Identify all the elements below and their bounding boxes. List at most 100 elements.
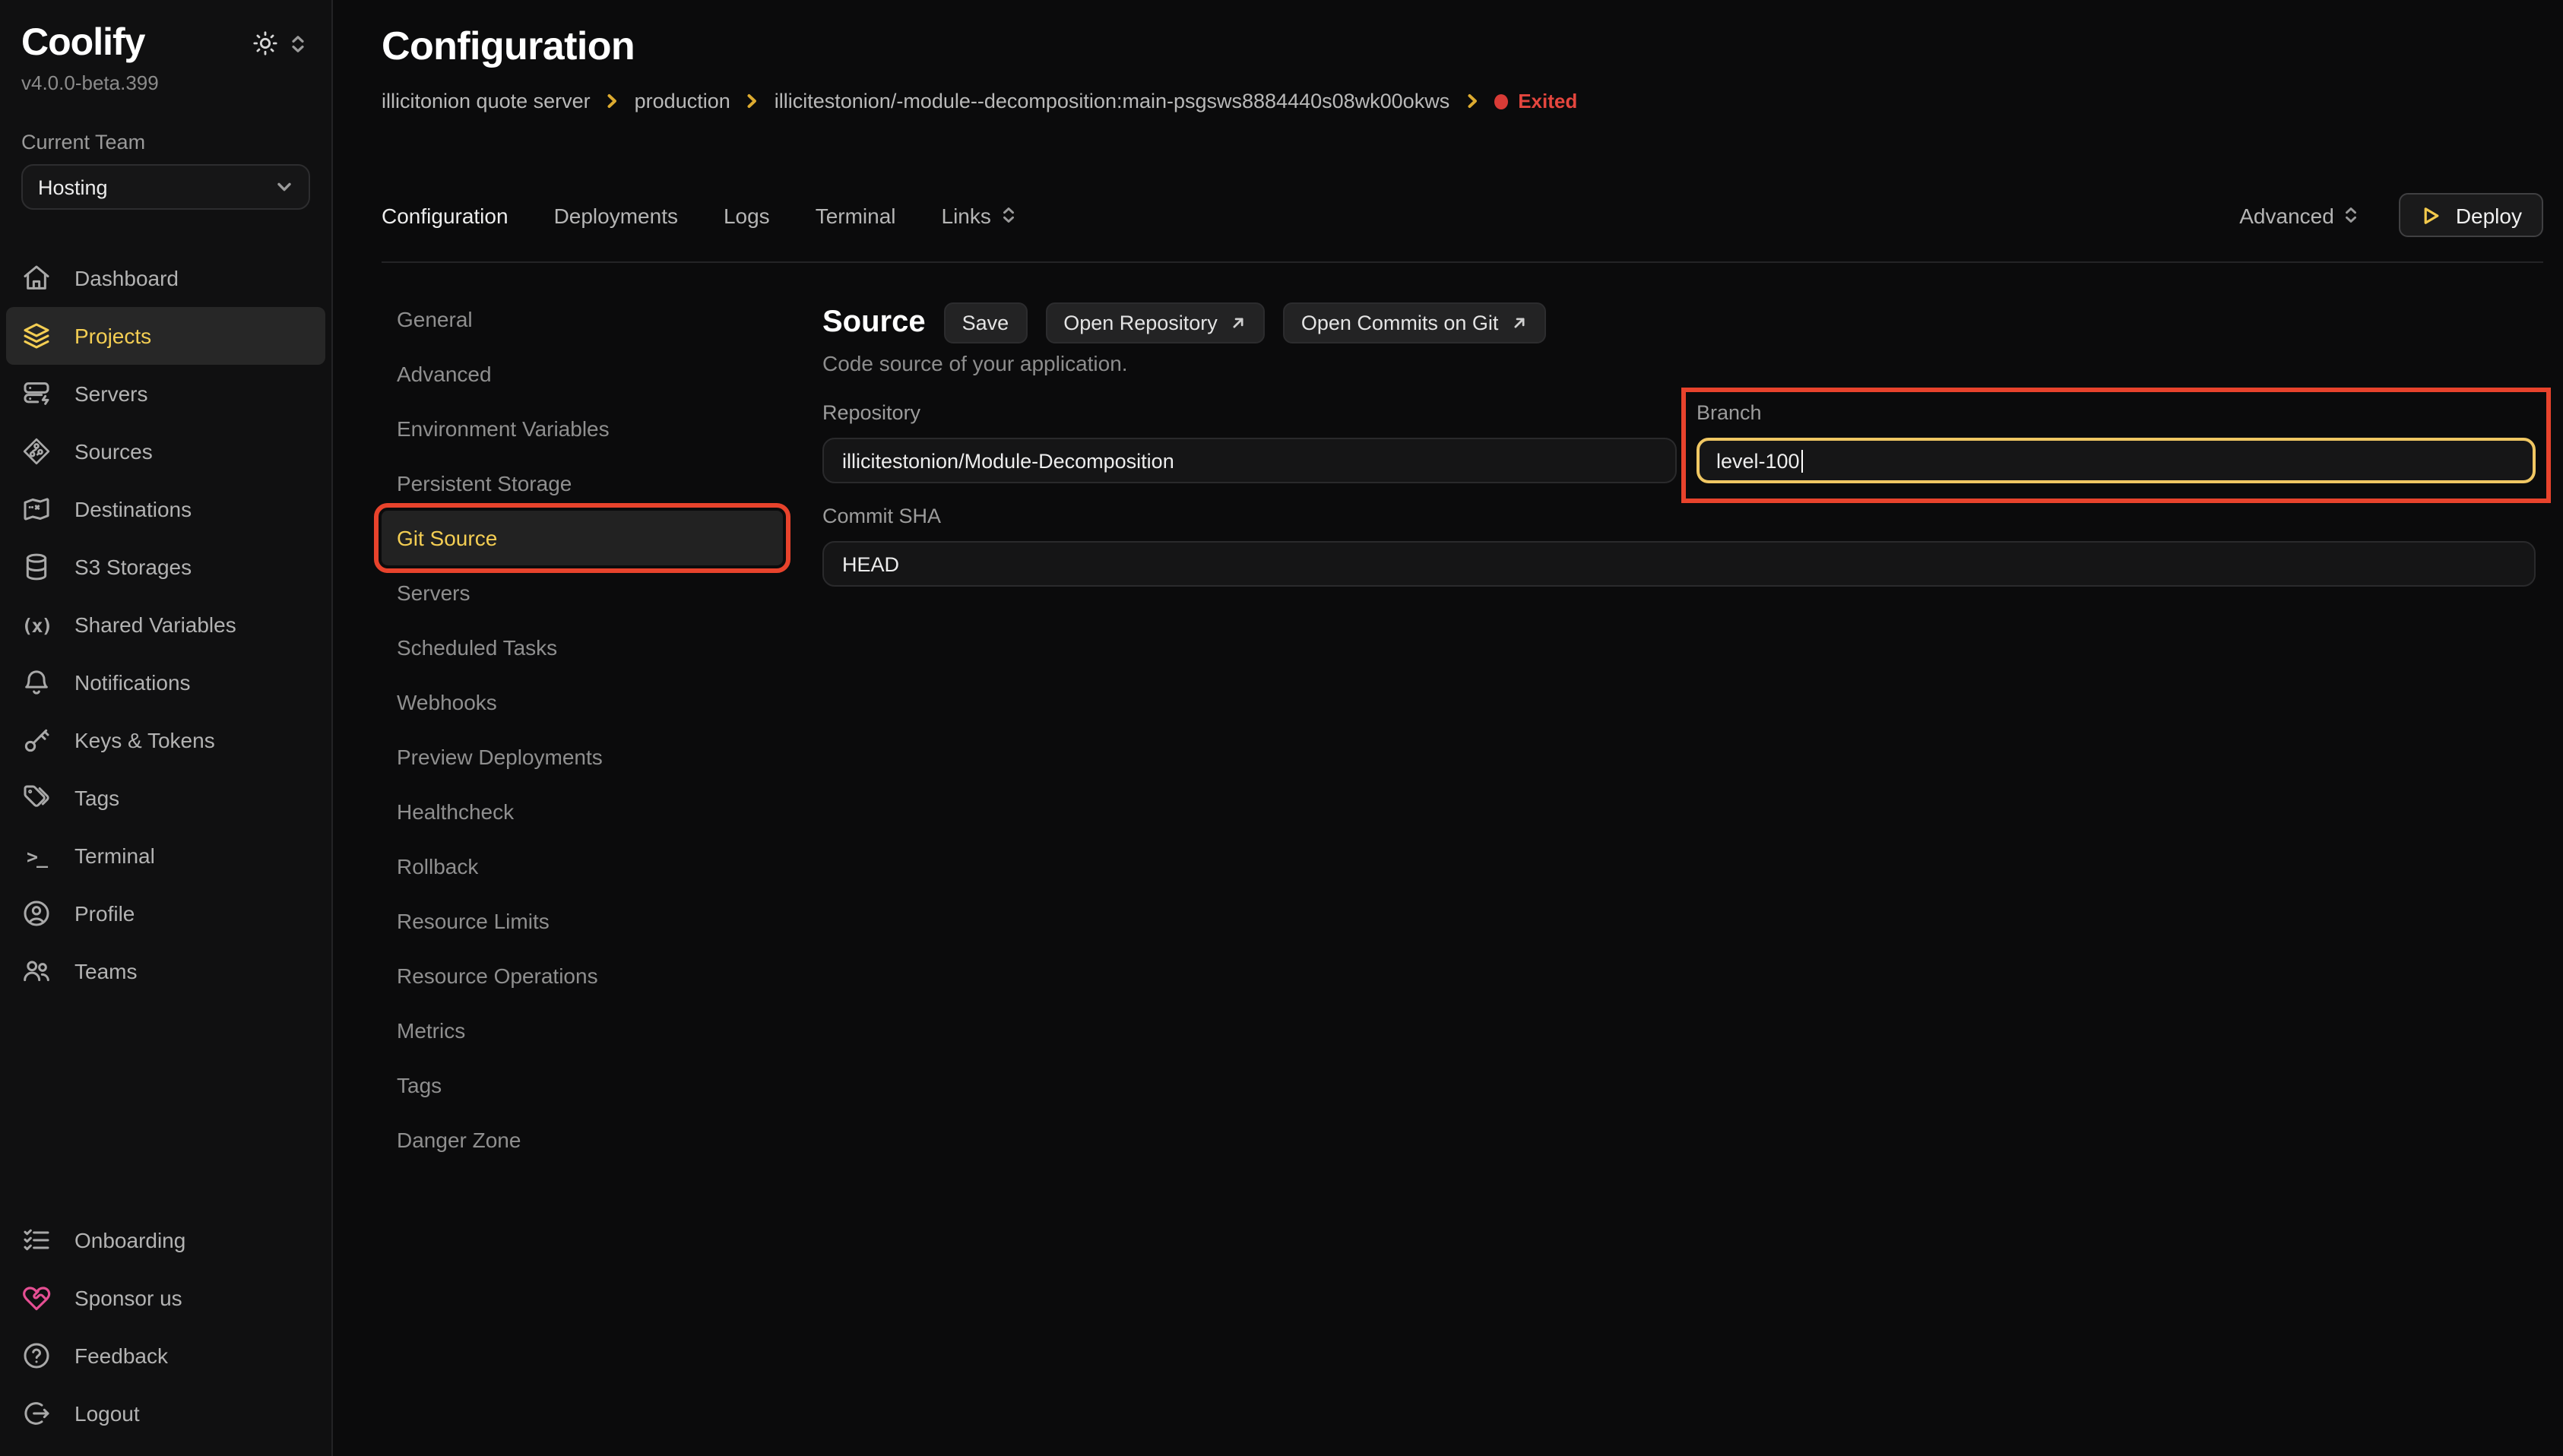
subnav-general[interactable]: General [382,292,783,347]
team-select[interactable]: Hosting [21,164,310,210]
database-icon [21,552,52,582]
shared-variables-icon: (x) [21,609,52,640]
sidebar-item-label: Sponsor us [74,1286,182,1310]
subnav-webhooks[interactable]: Webhooks [382,675,783,730]
bell-icon [21,667,52,698]
commit-sha-input[interactable]: HEAD [822,541,2536,587]
current-team-label: Current Team [21,131,307,154]
tags-icon [21,783,52,813]
subnav-persistent-storage[interactable]: Persistent Storage [382,456,783,511]
subnav-resource-limits[interactable]: Resource Limits [382,894,783,948]
subnav-metrics[interactable]: Metrics [382,1003,783,1058]
subnav-rollback[interactable]: Rollback [382,839,783,894]
server-icon [21,378,52,409]
sidebar-item-logout[interactable]: Logout [6,1385,325,1442]
theme-toggle-sun-icon[interactable] [252,30,278,56]
tab-configuration[interactable]: Configuration [382,203,508,227]
open-commits-button[interactable]: Open Commits on Git [1283,302,1546,343]
repository-input[interactable]: illicitestonion/Module-Decomposition [822,438,1677,483]
sidebar-item-teams[interactable]: Teams [6,942,325,1000]
status-text: Exited [1518,90,1577,112]
external-link-icon [1230,315,1247,331]
sidebar-item-sponsor-us[interactable]: Sponsor us [6,1269,325,1327]
subnav-healthcheck[interactable]: Healthcheck [382,784,783,839]
subnav-environment-variables[interactable]: Environment Variables [382,401,783,456]
heart-hands-icon [21,1283,52,1313]
sidebar-item-feedback[interactable]: Feedback [6,1327,325,1385]
help-circle-icon [21,1340,52,1371]
theme-switcher-chevrons-icon[interactable] [289,33,307,54]
sidebar-item-label: Shared Variables [74,612,236,637]
sidebar-item-onboarding[interactable]: Onboarding [6,1211,325,1269]
sidebar-item-label: Notifications [74,670,191,695]
chevrons-up-down-icon [2343,205,2360,225]
breadcrumb-application[interactable]: illicitestonion/-module--decomposition:m… [775,90,1449,112]
sidebar-menu: Dashboard Projects Servers Sources [0,249,331,1000]
breadcrumb-project[interactable]: illicitonion quote server [382,90,591,112]
sidebar-item-label: Logout [74,1401,140,1426]
breadcrumb-separator-icon [604,93,621,109]
page-title: Configuration [382,21,2543,70]
sidebar-item-keys-tokens[interactable]: Keys & Tokens [6,711,325,769]
sidebar-item-destinations[interactable]: Destinations [6,480,325,538]
tab-deployments[interactable]: Deployments [554,203,678,227]
chevrons-up-down-icon [1000,205,1017,225]
open-repository-button[interactable]: Open Repository [1045,302,1265,343]
app-version: v4.0.0-beta.399 [21,71,307,94]
tab-terminal[interactable]: Terminal [816,203,896,227]
branch-label: Branch [1697,400,2536,426]
sidebar-item-dashboard[interactable]: Dashboard [6,249,325,307]
subnav-preview-deployments[interactable]: Preview Deployments [382,730,783,784]
branch-input[interactable]: level-100 [1697,438,2536,483]
config-subnav: General Advanced Environment Variables P… [382,292,783,1167]
sidebar-item-profile[interactable]: Profile [6,885,325,942]
key-icon [21,725,52,755]
sidebar-item-projects[interactable]: Projects [6,307,325,365]
sidebar-item-label: Terminal [74,844,155,868]
sidebar-item-label: Dashboard [74,266,179,290]
deploy-button[interactable]: Deploy [2400,193,2543,237]
commit-sha-label: Commit SHA [822,503,2536,529]
sidebar-item-servers[interactable]: Servers [6,365,325,423]
subnav-tags[interactable]: Tags [382,1058,783,1113]
logout-icon [21,1398,52,1429]
sidebar-item-label: Feedback [74,1344,168,1368]
git-source-form: Source Save Open Repository Open Commits… [822,302,2543,1167]
sidebar-item-shared-variables[interactable]: (x) Shared Variables [6,596,325,654]
branch-field-annotation: Branch level-100 [1697,400,2536,483]
sidebar-item-sources[interactable]: Sources [6,423,325,480]
sidebar-item-terminal[interactable]: >_ Terminal [6,827,325,885]
subnav-scheduled-tasks[interactable]: Scheduled Tasks [382,620,783,675]
subnav-resource-operations[interactable]: Resource Operations [382,948,783,1003]
breadcrumb-separator-icon [744,93,761,109]
tab-links[interactable]: Links [942,203,1017,227]
sidebar-footer: Onboarding Sponsor us Feedback Logout [0,1211,331,1442]
advanced-dropdown[interactable]: Advanced [2239,203,2360,227]
sidebar: Coolify v4.0.0-beta.399 [0,0,333,1456]
subnav-advanced[interactable]: Advanced [382,347,783,401]
section-title: Source [822,305,926,340]
sidebar-item-notifications[interactable]: Notifications [6,654,325,711]
sidebar-item-label: Servers [74,381,147,406]
git-source-icon [21,436,52,467]
sidebar-item-s3-storages[interactable]: S3 Storages [6,538,325,596]
terminal-icon: >_ [21,840,52,871]
app-logo: Coolify [21,21,144,65]
status-dot-icon [1494,93,1507,109]
breadcrumb-environment[interactable]: production [635,90,730,112]
tabbar: Configuration Deployments Logs Terminal … [382,193,2543,263]
sidebar-item-tags[interactable]: Tags [6,769,325,827]
save-button[interactable]: Save [944,302,1028,343]
checklist-icon [21,1225,52,1255]
chevron-down-icon [275,178,293,196]
subnav-servers[interactable]: Servers [382,565,783,620]
sidebar-item-label: Keys & Tokens [74,728,215,752]
sidebar-item-label: Destinations [74,497,192,521]
external-link-icon [1510,315,1527,331]
sidebar-item-label: Tags [74,786,119,810]
tab-logs[interactable]: Logs [724,203,770,227]
subnav-git-source[interactable]: Git Source [382,511,783,565]
subnav-danger-zone[interactable]: Danger Zone [382,1113,783,1167]
map-icon [21,494,52,524]
play-icon [2421,204,2442,226]
